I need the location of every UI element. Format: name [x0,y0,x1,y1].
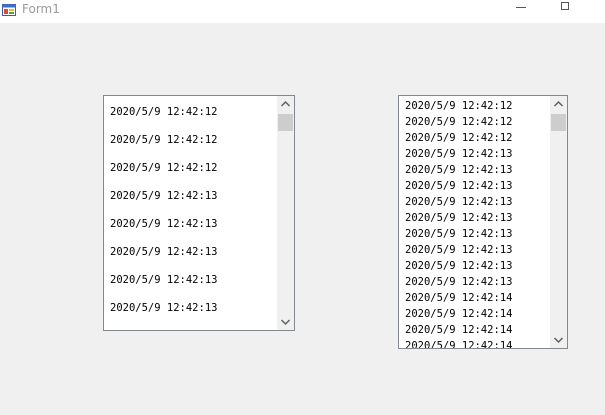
list-item[interactable]: 2020/5/9 12:42:13 [399,194,550,210]
title-bar[interactable]: Form1 [0,0,605,23]
window-title: Form1 [22,2,60,16]
windows-form-icon[interactable] [2,2,16,16]
list-item[interactable]: 2020/5/9 12:42:13 [399,162,550,178]
listbox-right[interactable]: 2020/5/9 12:42:12 2020/5/9 12:42:12 2020/5… [398,95,568,349]
list-item[interactable]: 2020/5/9 12:42:12 [399,130,550,146]
list-item[interactable]: 2020/5/9 12:42:12 [399,98,550,114]
list-item[interactable]: 2020/5/9 12:42:13 [399,226,550,242]
list-item[interactable]: 2020/5/9 12:42:14 [399,338,550,348]
maximize-icon[interactable] [543,0,589,20]
list-item[interactable]: 2020/5/9 12:42:13 [104,294,277,322]
scroll-thumb[interactable] [551,114,566,131]
list-item[interactable]: 2020/5/9 12:42:14 [399,322,550,338]
scroll-thumb[interactable] [278,114,293,131]
listbox-left[interactable]: 2020/5/9 12:42:12 2020/5/9 12:42:12 2020/5… [103,95,295,331]
minimize-icon[interactable] [498,0,544,20]
list-item[interactable]: 2020/5/9 12:42:13 [399,258,550,274]
list-item[interactable]: 2020/5/9 12:42:12 [104,126,277,154]
list-item[interactable]: 2020/5/9 12:42:13 [399,274,550,290]
list-item[interactable]: 2020/5/9 12:42:13 [104,266,277,294]
list-item[interactable]: 2020/5/9 12:42:13 [399,210,550,226]
chevron-down-icon[interactable] [277,313,294,330]
list-item[interactable]: 2020/5/9 12:42:14 [399,306,550,322]
list-item[interactable]: 2020/5/9 12:42:13 [399,146,550,162]
listbox-right-items: 2020/5/9 12:42:12 2020/5/9 12:42:12 2020/5… [399,98,550,348]
list-item[interactable]: 2020/5/9 12:42:13 [104,210,277,238]
listbox-right-scrollbar[interactable] [550,96,567,348]
list-item[interactable]: 2020/5/9 12:42:13 [104,238,277,266]
listbox-left-scrollbar[interactable] [277,96,294,330]
chevron-down-icon[interactable] [550,331,567,348]
form-window: Form1 2020/5/9 12:42:12 2020/5/9 12:42:12… [0,0,605,415]
list-item[interactable]: 2020/5/9 12:42:12 [104,98,277,126]
list-item[interactable]: 2020/5/9 12:42:12 [399,114,550,130]
list-item[interactable]: 2020/5/9 12:42:14 [399,290,550,306]
chevron-up-icon[interactable] [277,96,294,113]
list-item[interactable]: 2020/5/9 12:42:12 [104,154,277,182]
list-item[interactable]: 2020/5/9 12:42:13 [399,242,550,258]
listbox-left-items: 2020/5/9 12:42:12 2020/5/9 12:42:12 2020/5… [104,98,277,330]
list-item[interactable]: 2020/5/9 12:42:13 [399,178,550,194]
list-item[interactable]: 2020/5/9 12:42:13 [104,182,277,210]
chevron-up-icon[interactable] [550,96,567,113]
